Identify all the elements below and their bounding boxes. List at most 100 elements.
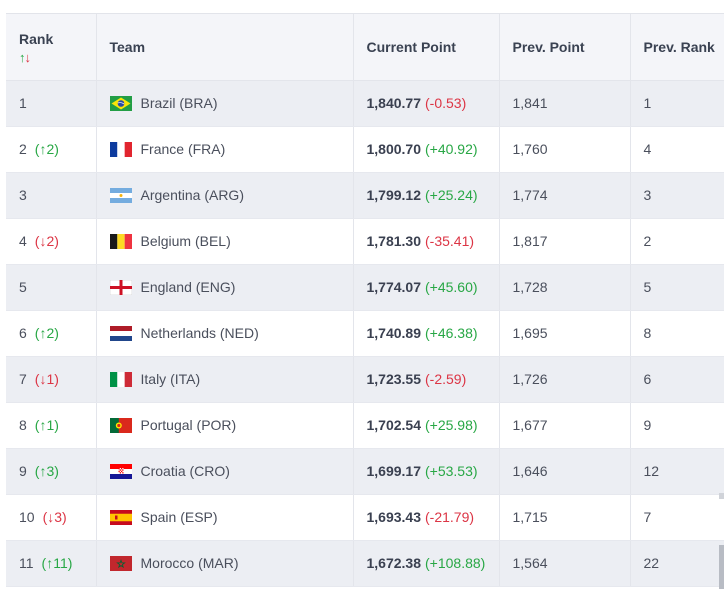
team-name[interactable]: Italy (ITA) — [141, 371, 201, 387]
rank-change-badge: (↑2) — [34, 141, 59, 157]
rank-value: 10 — [19, 509, 35, 525]
rank-cell: 8 (↑1) — [6, 402, 97, 449]
rank-value: 5 — [19, 279, 27, 295]
team-name[interactable]: Morocco (MAR) — [141, 555, 239, 571]
table-row[interactable]: 3 Argentina (ARG) 1,799.12 (+25.24) 1,774 3 — [6, 172, 724, 219]
rank-value: 11 — [19, 555, 34, 571]
flag-cro-icon — [109, 463, 132, 479]
current-points: 1,702.54 — [366, 417, 422, 433]
team-name[interactable]: Spain (ESP) — [141, 509, 218, 525]
team-cell[interactable]: Spain (ESP) — [96, 494, 354, 541]
current-points: 1,699.17 — [366, 463, 422, 479]
team-cell[interactable]: Netherlands (NED) — [96, 310, 354, 357]
team-cell[interactable]: Argentina (ARG) — [96, 172, 354, 219]
current-point-cell: 1,740.89 (+46.38) — [353, 310, 500, 357]
points-delta: (+25.98) — [425, 417, 478, 433]
current-point-cell: 1,800.70 (+40.92) — [353, 126, 500, 173]
team-cell[interactable]: Brazil (BRA) — [96, 80, 354, 127]
prev-rank-cell: 22 — [630, 540, 724, 587]
current-point-column-header[interactable]: Current Point — [353, 14, 500, 81]
flag-ned-icon — [109, 325, 132, 341]
rank-value: 6 — [19, 325, 27, 341]
prev-point-cell: 1,726 — [499, 356, 631, 403]
table-row[interactable]: 9 (↑3) Croatia (CRO) 1,699.17 (+53.53) 1,646 1… — [6, 448, 724, 495]
top-edge — [0, 0, 724, 14]
team-cell[interactable]: France (FRA) — [96, 126, 354, 173]
team-name[interactable]: Portugal (POR) — [141, 417, 237, 433]
team-cell[interactable]: Croatia (CRO) — [96, 448, 354, 495]
current-point-cell: 1,723.55 (-2.59) — [353, 356, 500, 403]
current-point-cell: 1,672.38 (+108.88) — [353, 540, 500, 587]
flag-eng-icon — [109, 279, 132, 295]
rank-cell: 10 (↓3) — [6, 494, 97, 541]
table-row[interactable]: 2 (↑2) France (FRA) 1,800.70 (+40.92) 1,760 4 — [6, 126, 724, 173]
table-row[interactable]: 11 (↑11) Morocco (MAR) 1,672.38 (+108.88) 1,5… — [6, 540, 724, 587]
rank-change-badge: (↑1) — [34, 417, 59, 433]
rank-cell: 7 (↓1) — [6, 356, 97, 403]
prev-point-cell: 1,728 — [499, 264, 631, 311]
rank-column-header[interactable]: Rank ↑↓ — [6, 14, 97, 81]
table-row[interactable]: 7 (↓1) Italy (ITA) 1,723.55 (-2.59) 1,726 6 — [6, 356, 724, 403]
team-name[interactable]: Argentina (ARG) — [141, 187, 244, 203]
team-cell[interactable]: Belgium (BEL) — [96, 218, 354, 265]
prev-point-column-header[interactable]: Prev. Point — [499, 14, 631, 81]
table-row[interactable]: 1 Brazil (BRA) 1,840.77 (-0.53) 1,841 1 — [6, 80, 724, 127]
flag-arg-icon — [109, 187, 132, 203]
team-name[interactable]: Belgium (BEL) — [141, 233, 231, 249]
rank-header-label: Rank — [19, 30, 54, 47]
points-delta: (+25.24) — [425, 187, 478, 203]
prev-point-cell: 1,677 — [499, 402, 631, 449]
team-column-header[interactable]: Team — [96, 14, 354, 81]
current-point-cell: 1,702.54 (+25.98) — [353, 402, 500, 449]
table-row[interactable]: 4 (↓2) Belgium (BEL) 1,781.30 (-35.41) 1,817 2 — [6, 218, 724, 265]
scrollbar-thumb[interactable] — [719, 545, 724, 589]
points-delta: (+46.38) — [425, 325, 478, 341]
team-name[interactable]: Croatia (CRO) — [141, 463, 230, 479]
sort-down-arrow-icon: ↓ — [24, 49, 31, 65]
ranking-table-container[interactable]: Rank ↑↓ Team Current Point Prev. Point P… — [6, 14, 724, 589]
sort-toggle[interactable]: ↑↓ — [19, 50, 96, 66]
rank-value: 9 — [19, 463, 27, 479]
table-row[interactable]: 5 England (ENG) 1,774.07 (+45.60) 1,728 5 — [6, 264, 724, 311]
ranking-table: Rank ↑↓ Team Current Point Prev. Point P… — [6, 14, 724, 587]
table-row[interactable]: 6 (↑2) Netherlands (NED) 1,740.89 (+46.38) 1,… — [6, 310, 724, 357]
points-delta: (+40.92) — [425, 141, 478, 157]
flag-por-icon — [109, 417, 132, 433]
rank-cell: 3 — [6, 172, 97, 219]
rank-change-badge: (↓1) — [34, 371, 59, 387]
current-points: 1,799.12 — [366, 187, 422, 203]
team-cell[interactable]: Portugal (POR) — [96, 402, 354, 449]
rank-cell: 9 (↑3) — [6, 448, 97, 495]
points-delta: (-0.53) — [425, 95, 467, 111]
table-row[interactable]: 8 (↑1) Portugal (POR) 1,702.54 (+25.98) 1,677… — [6, 402, 724, 449]
flag-bel-icon — [109, 233, 132, 249]
rank-cell: 11 (↑11) — [6, 540, 97, 587]
flag-ita-icon — [109, 371, 132, 387]
table-row[interactable]: 10 (↓3) Spain (ESP) 1,693.43 (-21.79) 1,715 7 — [6, 494, 724, 541]
current-point-cell: 1,840.77 (-0.53) — [353, 80, 500, 127]
current-points: 1,800.70 — [366, 141, 422, 157]
table-header-row: Rank ↑↓ Team Current Point Prev. Point P… — [6, 14, 724, 81]
prev-rank-column-header[interactable]: Prev. Rank — [630, 14, 724, 81]
prev-point-cell: 1,760 — [499, 126, 631, 173]
team-cell[interactable]: Italy (ITA) — [96, 356, 354, 403]
team-name[interactable]: France (FRA) — [141, 141, 226, 157]
prev-point-cell: 1,841 — [499, 80, 631, 127]
rank-change-badge: (↑3) — [34, 463, 59, 479]
prev-rank-cell: 7 — [630, 494, 724, 541]
team-name[interactable]: Brazil (BRA) — [141, 95, 218, 111]
rank-change-badge: (↓2) — [34, 233, 59, 249]
team-cell[interactable]: Morocco (MAR) — [96, 540, 354, 587]
rank-value: 7 — [19, 371, 27, 387]
prev-rank-cell: 6 — [630, 356, 724, 403]
team-name[interactable]: Netherlands (NED) — [141, 325, 259, 341]
current-point-cell: 1,693.43 (-21.79) — [353, 494, 500, 541]
current-point-cell: 1,699.17 (+53.53) — [353, 448, 500, 495]
team-cell[interactable]: England (ENG) — [96, 264, 354, 311]
current-points: 1,693.43 — [366, 509, 422, 525]
prev-point-cell: 1,564 — [499, 540, 631, 587]
team-name[interactable]: England (ENG) — [141, 279, 236, 295]
rank-cell: 5 — [6, 264, 97, 311]
rank-cell: 6 (↑2) — [6, 310, 97, 357]
current-points: 1,840.77 — [366, 95, 422, 111]
